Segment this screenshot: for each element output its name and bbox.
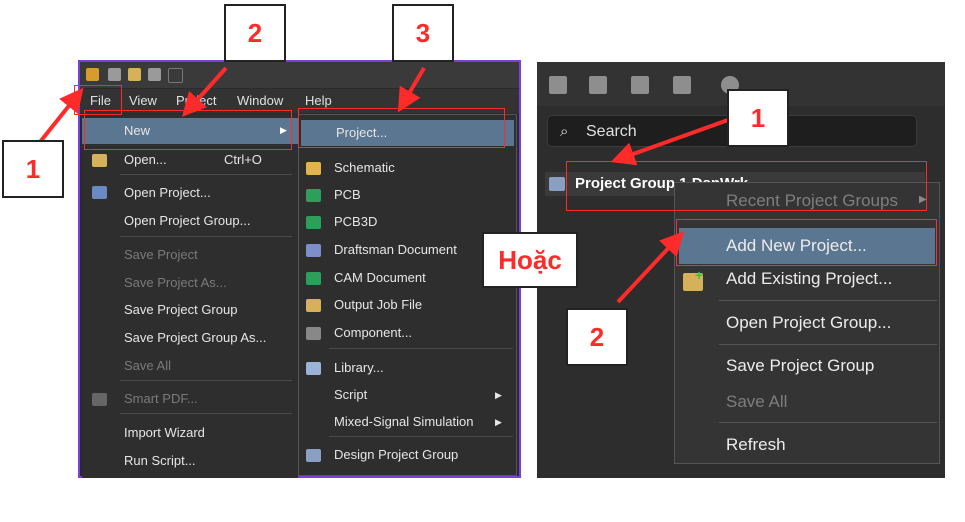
- menu-item-pcb[interactable]: PCB: [334, 187, 361, 202]
- menu-item-add-existing-project[interactable]: Add Existing Project...: [726, 269, 892, 289]
- menu-item-script[interactable]: Script: [334, 387, 367, 402]
- output-job-icon: [306, 299, 321, 312]
- undo-icon[interactable]: [168, 68, 183, 83]
- separator: [719, 422, 937, 423]
- library-icon: [306, 362, 321, 375]
- or-label: Hoặc: [482, 232, 578, 288]
- folder-options-icon[interactable]: [673, 76, 691, 94]
- right-step-label-2: 2: [566, 308, 628, 366]
- title-bar: [80, 62, 519, 88]
- menu-item-draftsman[interactable]: Draftsman Document: [334, 242, 457, 257]
- separator: [120, 236, 292, 237]
- menu-item-save-all: Save All: [726, 392, 788, 411]
- compile-icon[interactable]: [589, 76, 607, 94]
- draftsman-icon: [306, 244, 321, 257]
- add-document-icon[interactable]: [631, 76, 649, 94]
- highlight-add-new-project: [676, 219, 937, 266]
- search-placeholder: Search: [586, 123, 637, 140]
- menu-item-save-all: Save All: [124, 358, 171, 373]
- menu-item-cam[interactable]: CAM Document: [334, 270, 426, 285]
- new-submenu: Project... Schematic PCB PCB3D Draftsman…: [298, 114, 517, 476]
- separator: [719, 344, 937, 345]
- menu-item-design-project-group[interactable]: Design Project Group: [334, 447, 458, 462]
- project-group-icon: [306, 449, 321, 462]
- menu-item-component[interactable]: Component...: [334, 325, 412, 340]
- menu-item-save-project-group[interactable]: Save Project Group: [726, 356, 874, 376]
- schematic-icon: [306, 162, 321, 175]
- menu-item-pcb3d[interactable]: PCB3D: [334, 214, 377, 229]
- smart-pdf-icon: [92, 393, 107, 406]
- separator: [329, 348, 513, 349]
- search-icon: ⌕: [560, 123, 569, 140]
- save-all-icon[interactable]: [148, 68, 161, 81]
- highlight-project-item: [298, 108, 505, 148]
- pcb-icon: [306, 189, 321, 202]
- step-label-1: 1: [2, 140, 64, 198]
- open-folder-icon[interactable]: [128, 68, 141, 81]
- menu-item-open-project[interactable]: Open Project...: [124, 185, 211, 200]
- right-step-label-1: 1: [727, 89, 789, 147]
- file-menu: New ▶ Open... Ctrl+O Open Project... Ope…: [82, 114, 298, 478]
- menu-item-run-script[interactable]: Run Script...: [124, 453, 196, 468]
- menu-item-open[interactable]: Open...: [124, 152, 167, 167]
- menu-item-open-project-group[interactable]: Open Project Group...: [726, 313, 891, 333]
- menu-help[interactable]: Help: [305, 93, 332, 108]
- menu-item-save-project-as: Save Project As...: [124, 275, 227, 290]
- separator: [120, 380, 292, 381]
- separator: [120, 174, 292, 175]
- project-group-icon: [549, 177, 565, 191]
- highlight-project-group: [566, 161, 927, 211]
- menu-item-open-project-group[interactable]: Open Project Group...: [124, 213, 250, 228]
- menu-item-save-project-group-as[interactable]: Save Project Group As...: [124, 330, 266, 345]
- menu-view[interactable]: View: [129, 93, 157, 108]
- menu-item-library[interactable]: Library...: [334, 360, 384, 375]
- submenu-arrow-icon: ▶: [495, 417, 502, 427]
- component-icon: [306, 327, 321, 340]
- separator: [719, 300, 937, 301]
- menu-item-smart-pdf: Smart PDF...: [124, 391, 198, 406]
- cam-icon: [306, 272, 321, 285]
- step-label-3: 3: [392, 4, 454, 62]
- separator: [120, 413, 292, 414]
- separator: [329, 436, 513, 437]
- step-label-2: 2: [224, 4, 286, 62]
- menu-item-refresh[interactable]: Refresh: [726, 435, 786, 455]
- highlight-new-item: [84, 110, 292, 150]
- menu-item-schematic[interactable]: Schematic: [334, 160, 395, 175]
- menu-item-mixed-signal[interactable]: Mixed-Signal Simulation: [334, 414, 473, 429]
- pcb3d-icon: [306, 216, 321, 229]
- menu-item-import-wizard[interactable]: Import Wizard: [124, 425, 205, 440]
- menu-item-output-job[interactable]: Output Job File: [334, 297, 422, 312]
- submenu-arrow-icon: ▶: [495, 390, 502, 400]
- menu-item-save-project-group[interactable]: Save Project Group: [124, 302, 237, 317]
- save-icon[interactable]: [549, 76, 567, 94]
- menu-window[interactable]: Window: [237, 93, 283, 108]
- app-logo-icon: [86, 68, 99, 81]
- open-project-icon: [92, 186, 107, 199]
- menu-project[interactable]: Project: [176, 93, 216, 108]
- menu-item-save-project: Save Project: [124, 247, 198, 262]
- open-shortcut: Ctrl+O: [224, 152, 262, 167]
- plus-icon: +: [695, 267, 704, 283]
- open-folder-icon: [92, 154, 107, 167]
- save-icon[interactable]: [108, 68, 121, 81]
